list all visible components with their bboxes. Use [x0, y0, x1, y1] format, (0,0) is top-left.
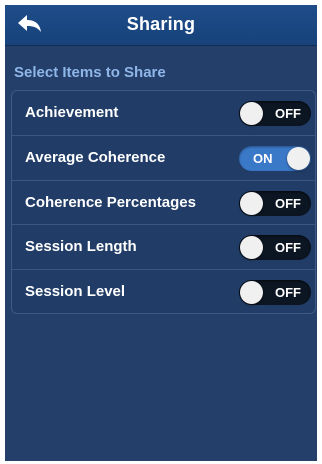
- page-title: Sharing: [126, 14, 196, 34]
- header-bar: Sharing: [5, 5, 317, 46]
- item-label: Session Level: [25, 283, 126, 301]
- session-length-toggle[interactable]: OFF: [239, 235, 311, 261]
- toggle-knob: [240, 236, 263, 260]
- list-item-average-coherence: Average Coherence ON: [12, 136, 315, 181]
- average-coherence-toggle[interactable]: ON: [239, 145, 311, 171]
- coherence-percentages-toggle[interactable]: OFF: [239, 190, 311, 216]
- toggle-state-label: OFF: [275, 285, 301, 301]
- toggle-state-label: OFF: [275, 240, 301, 256]
- achievement-toggle[interactable]: OFF: [239, 101, 311, 126]
- toggle-knob: [240, 281, 263, 305]
- list-item-achievement: Achievement OFF: [12, 91, 315, 136]
- list-item-session-level: Session Level OFF: [12, 270, 315, 313]
- section-title: Select Items to Share: [14, 64, 166, 81]
- share-items-list: Achievement OFF Average Coherence ON Coh…: [11, 90, 316, 314]
- item-label: Session Length: [25, 238, 137, 256]
- toggle-state-label: OFF: [275, 195, 301, 211]
- sharing-screen: Sharing Select Items to Share Achievemen…: [5, 5, 317, 461]
- item-label: Coherence Percentages: [25, 193, 196, 211]
- session-level-toggle[interactable]: OFF: [239, 280, 311, 306]
- list-item-coherence-percentages: Coherence Percentages OFF: [12, 181, 315, 226]
- toggle-knob: [240, 191, 263, 215]
- toggle-state-label: OFF: [275, 106, 301, 121]
- list-item-session-length: Session Length OFF: [12, 225, 315, 271]
- toggle-knob: [287, 146, 310, 170]
- toggle-state-label: ON: [253, 150, 273, 166]
- item-label: Average Coherence: [25, 148, 166, 166]
- item-label: Achievement: [25, 104, 119, 121]
- toggle-knob: [240, 102, 263, 125]
